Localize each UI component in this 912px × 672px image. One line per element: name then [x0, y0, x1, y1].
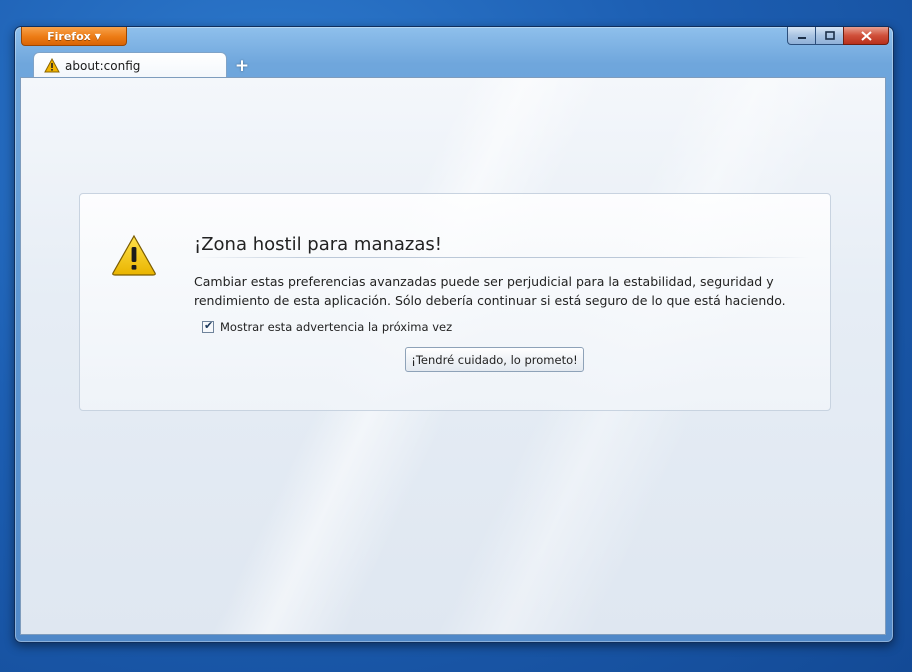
new-tab-button[interactable]: +: [233, 57, 251, 75]
minimize-icon: [797, 36, 806, 39]
dropdown-caret-icon: ▼: [94, 31, 101, 41]
warning-title: ¡Zona hostil para manazas!: [194, 234, 442, 255]
warning-message: Cambiar estas preferencias avanzadas pue…: [194, 274, 786, 308]
maximize-icon: [824, 30, 835, 40]
firefox-menu-button[interactable]: Firefox ▼: [21, 27, 127, 46]
show-warning-checkbox[interactable]: ✔: [202, 319, 214, 333]
warning-triangle-icon: [112, 234, 156, 276]
close-button[interactable]: [843, 27, 889, 45]
window-caption-buttons: [787, 27, 889, 45]
close-icon: [860, 30, 872, 41]
tab-about-config[interactable]: about:config: [33, 52, 227, 78]
show-warning-option[interactable]: ✔ Mostrar esta advertencia la próxima ve…: [202, 319, 452, 334]
title-divider: [194, 257, 809, 258]
firefox-menu-label: Firefox: [47, 29, 91, 43]
browser-window: Firefox ▼ about:config + ¡Zona hostil pa…: [14, 26, 894, 643]
warning-box: ¡Zona hostil para manazas! Cambiar estas…: [79, 193, 831, 411]
tab-label: about:config: [65, 58, 141, 73]
warning-icon: [44, 58, 60, 73]
show-warning-label[interactable]: Mostrar esta advertencia la próxima vez: [220, 320, 452, 334]
maximize-button[interactable]: [815, 27, 844, 45]
minimize-button[interactable]: [787, 27, 816, 45]
accept-risk-button[interactable]: ¡Tendré cuidado, lo prometo!: [405, 347, 584, 372]
checkmark-icon: ✔: [204, 319, 214, 332]
page-content: ¡Zona hostil para manazas! Cambiar estas…: [20, 77, 886, 635]
